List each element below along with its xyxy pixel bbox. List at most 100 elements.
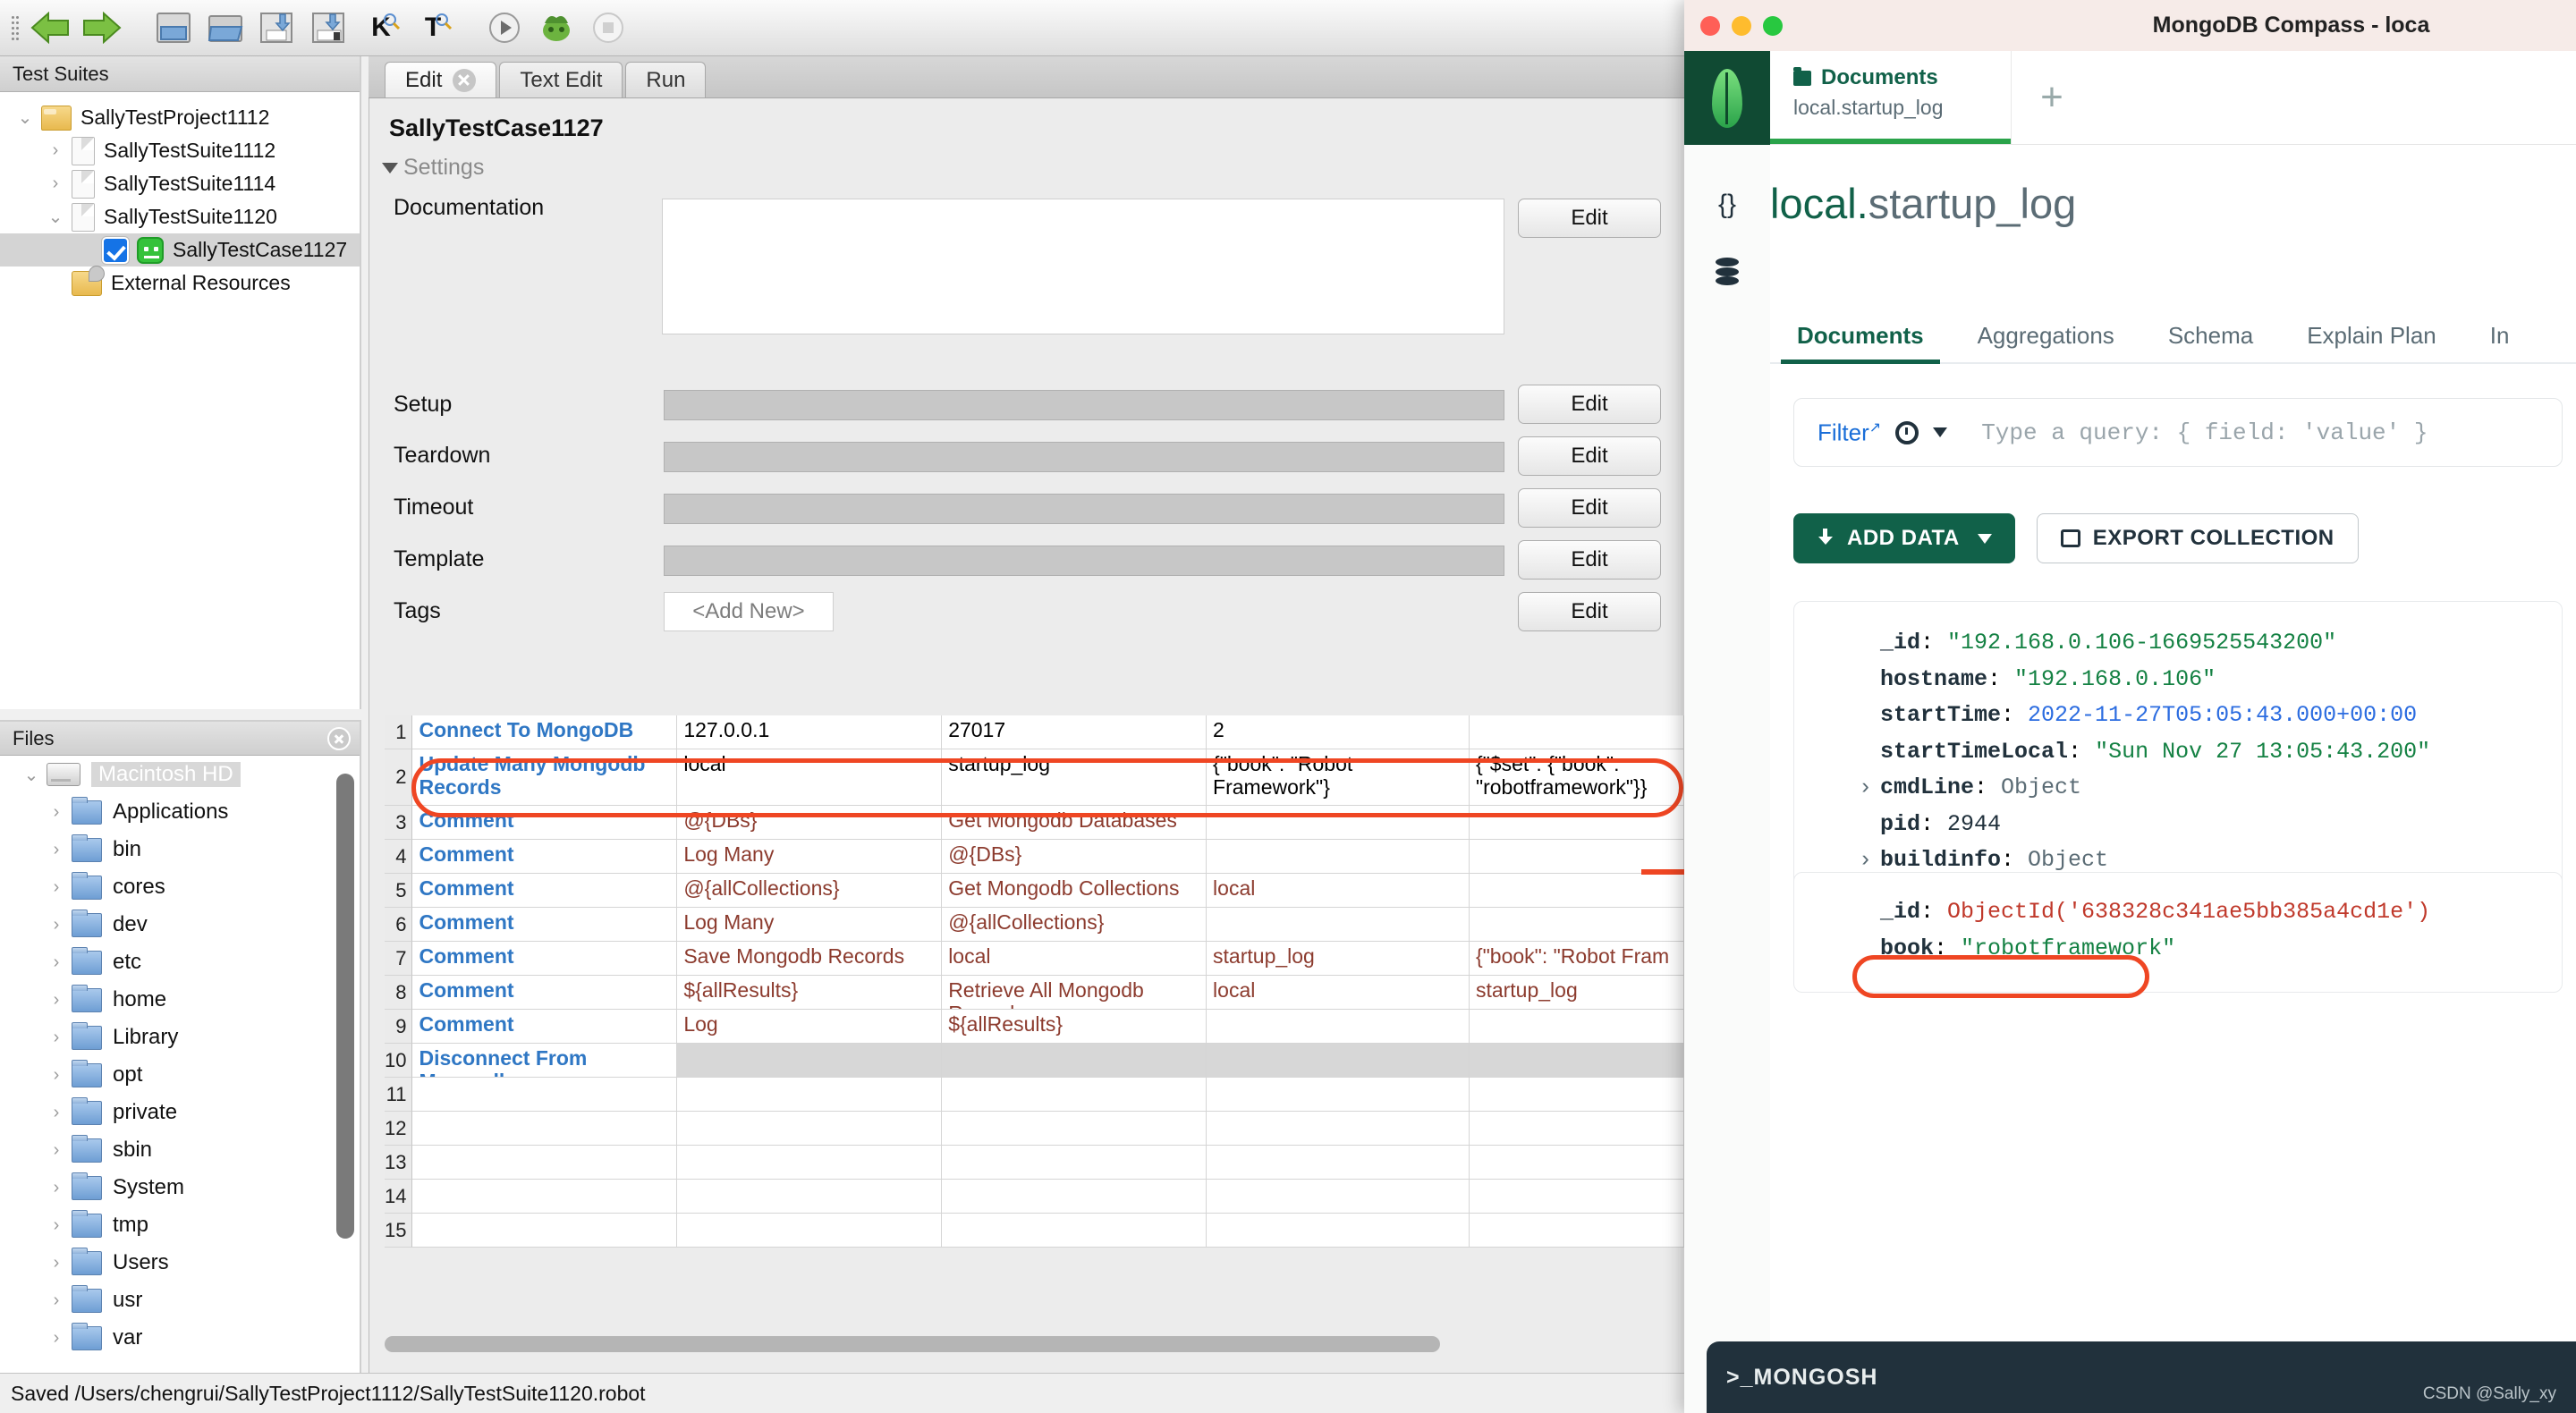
chevron-right-icon[interactable]: › — [41, 1328, 72, 1349]
keyword-search-icon[interactable]: K — [360, 7, 402, 48]
table-row[interactable]: 7 Comment Save Mongodb Records local startup… — [385, 942, 1685, 976]
file-item-system[interactable]: › System — [0, 1169, 360, 1206]
table-cell[interactable] — [677, 1112, 943, 1146]
table-cell[interactable]: Comment — [412, 976, 678, 1010]
document-card[interactable]: _id: ObjectId('638328c341ae5bb385a4cd1e'… — [1793, 872, 2563, 993]
table-cell[interactable]: Log Many — [677, 840, 943, 874]
documentation-textarea[interactable] — [662, 199, 1504, 334]
tree-item-sallytestsuite1120[interactable]: ⌄ SallyTestSuite1120 — [0, 200, 360, 233]
files-scrollbar[interactable] — [336, 774, 354, 1346]
table-cell[interactable]: Comment — [412, 942, 678, 976]
table-cell[interactable] — [677, 1214, 943, 1248]
table-cell[interactable] — [1469, 1112, 1684, 1146]
chevron-right-icon[interactable]: › — [39, 140, 72, 161]
view-tab-schema[interactable]: Schema — [2141, 309, 2280, 362]
table-cell[interactable] — [1207, 1044, 1470, 1078]
timeout-edit-button[interactable]: Edit — [1518, 488, 1661, 528]
file-item-usr[interactable]: › usr — [0, 1282, 360, 1319]
files-list[interactable]: › Applications › bin › cores › dev › etc › home › Lib… — [0, 793, 360, 1357]
table-cell[interactable] — [412, 1180, 678, 1214]
table-cell[interactable] — [1207, 1180, 1470, 1214]
table-cell[interactable]: Comment — [412, 840, 678, 874]
table-cell[interactable] — [1469, 1044, 1684, 1078]
table-cell[interactable] — [1207, 1078, 1470, 1112]
file-item-users[interactable]: › Users — [0, 1244, 360, 1282]
table-cell[interactable]: local — [1207, 874, 1470, 908]
stop-icon[interactable] — [587, 7, 630, 48]
robot-icon[interactable] — [535, 7, 578, 48]
tags-add-new[interactable]: <Add New> — [664, 592, 834, 631]
table-cell[interactable] — [1207, 1112, 1470, 1146]
file-item-bin[interactable]: › bin — [0, 831, 360, 868]
table-cell[interactable] — [412, 1146, 678, 1180]
table-cell[interactable] — [1469, 1010, 1685, 1044]
teardown-field[interactable] — [664, 442, 1504, 472]
tree-item-external resources[interactable]: External Resources — [0, 265, 360, 300]
documentation-edit-button[interactable]: Edit — [1518, 199, 1661, 238]
checkbox-checked[interactable] — [102, 236, 129, 264]
file-item-sbin[interactable]: › sbin — [0, 1131, 360, 1169]
query-input[interactable]: Type a query: { field: 'value' } — [1981, 419, 2428, 446]
tree-item-sallytestsuite1114[interactable]: › SallyTestSuite1114 — [0, 167, 360, 200]
mongosh-bar[interactable]: >_MONGOSH CSDN @Sally_xy — [1707, 1341, 2576, 1413]
tree-item-sallytestsuite1112[interactable]: › SallyTestSuite1112 — [0, 134, 360, 167]
document-field[interactable]: _id: "192.168.0.106-1669525543200" — [1794, 625, 2562, 662]
table-cell[interactable]: 127.0.0.1 — [677, 715, 943, 749]
table-cell[interactable] — [1469, 715, 1685, 749]
table-cell[interactable] — [1207, 1010, 1470, 1044]
document-card[interactable]: _id: "192.168.0.106-1669525543200" hostna… — [1793, 601, 2563, 903]
run-icon[interactable] — [483, 7, 526, 48]
tag-search-icon[interactable]: T — [411, 7, 454, 48]
view-tab-explain-plan[interactable]: Explain Plan — [2280, 309, 2463, 362]
tab-run[interactable]: Run — [625, 62, 707, 97]
document-field[interactable]: startTimeLocal: "Sun Nov 27 13:05:43.200… — [1794, 734, 2562, 771]
table-row[interactable]: 6 Comment Log Many @{allCollections} — [385, 908, 1685, 942]
table-row[interactable]: 1 Connect To MongoDB 127.0.0.1 27017 2 — [385, 715, 1685, 749]
file-item-etc[interactable]: › etc — [0, 943, 360, 981]
file-item-home[interactable]: › home — [0, 981, 360, 1019]
table-cell[interactable] — [1469, 806, 1685, 840]
table-cell[interactable] — [1469, 1078, 1685, 1112]
filter-label[interactable]: Filter↗ — [1818, 419, 1881, 447]
table-cell[interactable]: local — [1207, 976, 1470, 1010]
new-project-icon[interactable] — [152, 7, 195, 48]
close-icon[interactable] — [453, 68, 477, 92]
table-cell[interactable]: @{DBs} — [942, 840, 1208, 874]
table-cell[interactable] — [942, 1112, 1208, 1146]
view-tab-documents[interactable]: Documents — [1770, 309, 1951, 364]
table-cell[interactable]: local — [677, 749, 943, 806]
chevron-right-icon[interactable]: › — [41, 1028, 72, 1048]
table-row[interactable]: 4 Comment Log Many @{DBs} — [385, 840, 1685, 874]
table-cell[interactable]: @{allCollections} — [677, 874, 943, 908]
document-field[interactable]: › cmdLine: Object — [1794, 770, 2562, 807]
timeout-field[interactable] — [664, 494, 1504, 524]
tab-text-edit[interactable]: Text Edit — [499, 62, 623, 97]
file-item-dev[interactable]: › dev — [0, 906, 360, 943]
table-cell[interactable]: startup_log — [1207, 942, 1470, 976]
table-row[interactable]: 13 — [385, 1146, 1684, 1180]
chevron-right-icon[interactable]: › — [41, 915, 72, 935]
table-cell[interactable] — [1469, 874, 1685, 908]
chevron-right-icon[interactable]: › — [41, 1065, 72, 1086]
table-cell[interactable]: @{DBs} — [677, 806, 943, 840]
document-field[interactable]: book: "robotframework" — [1794, 931, 2562, 968]
file-item-cores[interactable]: › cores — [0, 868, 360, 906]
table-cell[interactable]: local — [942, 942, 1208, 976]
files-root-item[interactable]: ⌄ Macintosh HD — [0, 756, 360, 793]
editor-tabbar[interactable]: Edit Text Edit Run — [369, 56, 1684, 98]
chevron-right-icon[interactable]: › — [41, 1290, 72, 1311]
table-row[interactable]: 5 Comment @{allCollections} Get Mongodb Col… — [385, 874, 1685, 908]
setup-field[interactable] — [664, 390, 1504, 420]
table-cell[interactable] — [412, 1214, 678, 1248]
table-cell[interactable] — [942, 1146, 1208, 1180]
table-cell[interactable]: {"$set": {"book": "robotframework"}} — [1469, 749, 1685, 806]
back-arrow-icon[interactable] — [29, 7, 72, 48]
chevron-right-icon[interactable]: › — [41, 840, 72, 860]
document-field[interactable]: pid: 2944 — [1794, 807, 2562, 843]
add-data-button[interactable]: ADD DATA — [1793, 513, 2015, 563]
table-row[interactable]: 10Disconnect From Mongodb — [385, 1044, 1684, 1078]
table-cell[interactable] — [1469, 908, 1685, 942]
tree-item-sallytestcase1127[interactable]: SallyTestCase1127 — [0, 233, 360, 267]
table-cell[interactable]: startup_log — [1469, 976, 1685, 1010]
braces-icon[interactable]: {} — [1684, 165, 1770, 245]
